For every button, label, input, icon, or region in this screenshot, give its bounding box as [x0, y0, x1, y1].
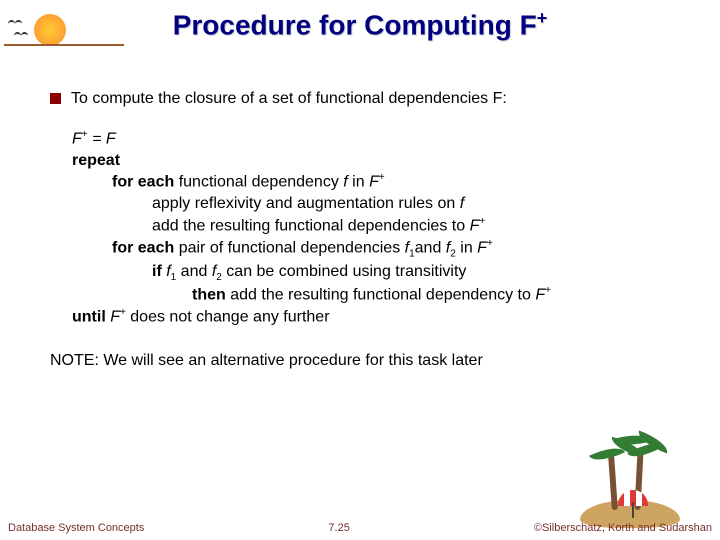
algo-text: and	[176, 263, 212, 280]
algo-line: apply reflexivity and augmentation rules…	[72, 193, 690, 215]
var-F: F	[470, 217, 480, 234]
algo-text: apply reflexivity and augmentation rules…	[152, 195, 460, 212]
sun-icon	[34, 14, 66, 46]
bullet-item: To compute the closure of a set of funct…	[50, 88, 690, 110]
var-F: F	[106, 309, 120, 326]
horizon-line	[4, 44, 124, 46]
square-bullet-icon	[50, 93, 61, 104]
superscript-plus: +	[379, 172, 385, 183]
slide: Procedure for Computing F+ To compute th…	[0, 0, 720, 540]
title-superscript: +	[537, 8, 548, 28]
palm-island-decoration	[570, 418, 690, 528]
note-text: NOTE: We will see an alternative procedu…	[50, 350, 690, 372]
var-F: F	[369, 173, 379, 190]
algo-text: add the resulting functional dependencie…	[152, 217, 470, 234]
footer: Database System Concepts 7.25 ©Silbersch…	[8, 522, 712, 534]
algo-line: for each pair of functional dependencies…	[72, 237, 690, 261]
slide-body: To compute the closure of a set of funct…	[50, 88, 690, 372]
algo-line: then add the resulting functional depend…	[72, 284, 690, 306]
keyword-then: then	[192, 287, 226, 304]
algo-text: add the resulting functional dependency …	[226, 287, 536, 304]
algo-text: in	[348, 173, 369, 190]
algo-text: can be combined using transitivity	[222, 263, 467, 280]
keyword-foreach: for each	[112, 173, 174, 190]
keyword-repeat: repeat	[72, 152, 120, 169]
var-F: F	[535, 287, 545, 304]
algo-line: add the resulting functional dependencie…	[72, 215, 690, 237]
umbrella-pole-icon	[632, 502, 634, 518]
algo-text: in	[456, 239, 477, 256]
sun-birds-decoration	[4, 4, 124, 64]
superscript-plus: +	[545, 285, 551, 296]
var-F: F	[72, 130, 82, 147]
var-f: f	[460, 195, 464, 212]
algo-text: pair of functional dependencies	[174, 239, 404, 256]
algo-line: if f1 and f2 can be combined using trans…	[72, 261, 690, 285]
algo-text: does not change any further	[126, 309, 330, 326]
title-text: Procedure for Computing F	[173, 9, 537, 40]
superscript-plus: +	[479, 216, 485, 227]
keyword-if: if	[152, 263, 162, 280]
algorithm-block: F+ = F repeat for each functional depend…	[72, 128, 690, 329]
superscript-plus: +	[487, 238, 493, 249]
var-f: f	[162, 263, 171, 280]
bird-icon	[8, 20, 22, 26]
var-F: F	[477, 239, 487, 256]
algo-line: for each functional dependency f in F+	[72, 171, 690, 193]
footer-center: 7.25	[328, 522, 349, 534]
algo-line: F+ = F	[72, 128, 690, 150]
algo-text: = F	[88, 130, 116, 147]
algo-line: repeat	[72, 150, 690, 172]
algo-text: functional dependency	[174, 173, 343, 190]
footer-right: ©Silberschatz, Korth and Sudarshan	[534, 522, 712, 534]
keyword-until: until	[72, 309, 106, 326]
footer-left: Database System Concepts	[8, 522, 144, 534]
algo-text: and	[415, 239, 446, 256]
bird-icon	[14, 32, 28, 38]
keyword-foreach: for each	[112, 239, 174, 256]
algo-line: until F+ does not change any further	[72, 306, 690, 328]
bullet-text: To compute the closure of a set of funct…	[71, 88, 507, 110]
